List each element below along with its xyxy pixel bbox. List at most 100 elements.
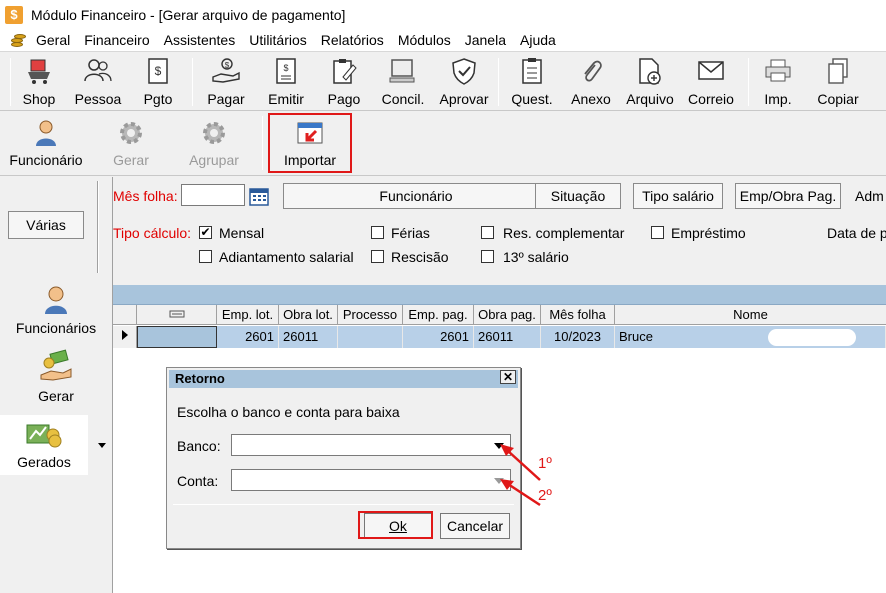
chevron-down-icon[interactable] <box>494 478 504 484</box>
decimo-label: 13º salário <box>503 249 569 265</box>
adiantamento-checkbox[interactable] <box>199 250 212 263</box>
annotation-second: 2º <box>538 487 552 504</box>
checklist-icon <box>517 56 547 86</box>
emprestimo-label: Empréstimo <box>671 225 746 241</box>
col-obra-lot[interactable]: Obra lot. <box>279 305 338 325</box>
grid-header: Emp. lot. Obra lot. Processo Emp. pag. O… <box>113 305 886 325</box>
title-bar: $ Módulo Financeiro - [Gerar arquivo de … <box>0 0 886 29</box>
toolbar-separator <box>10 58 11 106</box>
aprovar-button[interactable]: Aprovar <box>436 56 492 110</box>
money-hand-icon <box>39 349 73 386</box>
cancelar-button[interactable]: Cancelar <box>440 513 510 539</box>
emprestimo-checkbox[interactable] <box>651 226 664 239</box>
nav-dropdown-arrow[interactable] <box>98 443 106 448</box>
copiar-button[interactable]: Copiar <box>812 56 864 110</box>
toolbar-separator <box>192 58 193 106</box>
cart-icon <box>24 56 54 86</box>
envelope-icon <box>696 56 726 86</box>
funcionario-filter-button[interactable]: Funcionário <box>283 183 549 209</box>
correio-button[interactable]: Correio <box>684 56 738 110</box>
tipo-salario-button[interactable]: Tipo salário <box>633 183 723 209</box>
chevron-down-icon[interactable] <box>494 443 504 449</box>
pagar-button[interactable]: $ Pagar <box>204 56 248 110</box>
col-emp-lot[interactable]: Emp. lot. <box>217 305 279 325</box>
toolbar-separator <box>498 58 499 106</box>
menu-geral[interactable]: Geral <box>36 32 70 48</box>
anexo-button[interactable]: Anexo <box>568 56 614 110</box>
svg-text:$: $ <box>225 61 230 70</box>
quest-button[interactable]: Quest. <box>508 56 556 110</box>
row-indicator-icon <box>113 326 137 348</box>
imp-button[interactable]: Imp. <box>756 56 800 110</box>
ferias-label: Férias <box>391 225 430 241</box>
mes-folha-label: Mês folha: <box>113 188 178 204</box>
banco-select[interactable] <box>231 434 511 456</box>
retorno-dialog: Retorno ✕ Escolha o banco e conta para b… <box>166 367 521 549</box>
concil-button[interactable]: Concil. <box>378 56 428 110</box>
nav-funcionarios[interactable]: Funcionários <box>0 285 112 345</box>
printer-icon <box>763 56 793 86</box>
mes-folha-input[interactable] <box>181 184 245 206</box>
conta-select[interactable] <box>231 469 511 491</box>
menu-relatorios[interactable]: Relatórios <box>321 32 384 48</box>
people-icon <box>83 56 113 86</box>
res-complementar-checkbox[interactable] <box>481 226 494 239</box>
person-icon <box>31 118 61 148</box>
arquivo-button[interactable]: Arquivo <box>622 56 678 110</box>
importar-highlight-box <box>268 113 352 173</box>
menu-utilitarios[interactable]: Utilitários <box>249 32 307 48</box>
pessoa-button[interactable]: Pessoa <box>74 56 122 110</box>
shop-button[interactable]: Shop <box>20 56 58 110</box>
files-money-icon <box>25 415 63 452</box>
menu-janela[interactable]: Janela <box>465 32 506 48</box>
ferias-checkbox[interactable] <box>371 226 384 239</box>
gerar-button[interactable]: Gerar <box>108 118 154 168</box>
varias-button[interactable]: Várias <box>8 211 84 239</box>
funcionario-button[interactable]: Funcionário <box>6 118 86 168</box>
col-emp-pag[interactable]: Emp. pag. <box>403 305 474 325</box>
mensal-checkbox[interactable]: ✔ <box>199 226 212 239</box>
close-icon[interactable]: ✕ <box>500 370 516 384</box>
coins-icon <box>10 32 28 48</box>
hand-money-icon: $ <box>211 56 241 86</box>
secondary-toolbar: Funcionário Gerar Agrupar Importar <box>0 112 886 176</box>
monitor-icon <box>388 56 418 86</box>
menu-assistentes[interactable]: Assistentes <box>164 32 236 48</box>
dialog-prompt: Escolha o banco e conta para baixa <box>177 404 400 420</box>
rescisao-label: Rescisão <box>391 249 449 265</box>
person-icon <box>42 285 70 318</box>
app-icon: $ <box>5 5 23 24</box>
ok-highlight-box <box>358 511 433 539</box>
decimo-checkbox[interactable] <box>481 250 494 263</box>
calendar-icon[interactable] <box>248 185 270 210</box>
grid-options-icon[interactable] <box>137 305 217 325</box>
menu-financeiro[interactable]: Financeiro <box>84 32 149 48</box>
tipo-calculo-label: Tipo cálculo: <box>113 225 192 241</box>
banco-label: Banco: <box>177 438 221 454</box>
menu-bar: Geral Financeiro Assistentes Utilitários… <box>0 29 886 51</box>
menu-modulos[interactable]: Módulos <box>398 32 451 48</box>
col-obra-pag[interactable]: Obra pag. <box>474 305 541 325</box>
nav-gerados[interactable]: Gerados <box>0 415 88 475</box>
rescisao-checkbox[interactable] <box>371 250 384 263</box>
pgto-button[interactable]: $ Pgto <box>138 56 178 110</box>
mensal-label: Mensal <box>219 225 265 241</box>
col-processo[interactable]: Processo <box>338 305 403 325</box>
data-label: Data de p <box>827 225 886 241</box>
payment-receipt-icon: $ <box>143 56 173 86</box>
emitir-button[interactable]: $ Emitir <box>264 56 308 110</box>
gear-icon <box>199 118 229 148</box>
emp-obra-pag-button[interactable]: Emp/Obra Pag. <box>735 183 841 209</box>
menu-ajuda[interactable]: Ajuda <box>520 32 556 48</box>
paperclip-icon <box>576 56 606 86</box>
pago-button[interactable]: Pago <box>324 56 364 110</box>
filter-divider <box>97 181 99 273</box>
col-mes-folha[interactable]: Mês folha <box>541 305 615 325</box>
situacao-button[interactable]: Situação <box>535 183 621 209</box>
copy-icon <box>823 56 853 86</box>
dialog-divider <box>173 504 514 505</box>
nav-gerar[interactable]: Gerar <box>0 349 112 409</box>
col-nome[interactable]: Nome <box>615 305 886 325</box>
agrupar-button[interactable]: Agrupar <box>186 118 242 168</box>
document-money-icon: $ <box>271 56 301 86</box>
